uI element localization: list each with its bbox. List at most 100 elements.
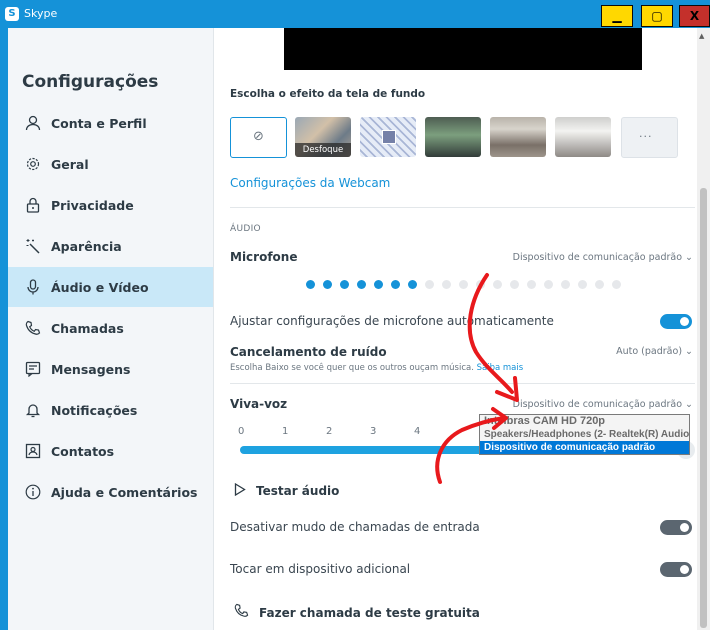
background-office-option[interactable] [425,117,481,157]
tick-label: 4 [414,426,421,437]
phone-icon [234,603,249,622]
phone-icon [22,320,44,336]
mic-level-dot [408,280,417,289]
mic-level-dot [612,280,621,289]
divider [230,207,695,208]
mic-level-dot [442,280,451,289]
free-test-call-label: Fazer chamada de teste gratuita [259,605,480,620]
tick-label: 1 [282,426,289,437]
sidebar-item-label: Ajuda e Comentários [51,484,198,500]
dropdown-option-default[interactable]: Dispositivo de comunicação padrão [480,441,689,454]
sidebar-item-contacts[interactable]: Contatos [8,431,213,471]
sidebar-item-label: Notificações [51,402,138,418]
background-more-button[interactable]: ··· [621,117,678,158]
sidebar-item-calls[interactable]: Chamadas [8,308,213,348]
learn-more-link[interactable]: Saiba mais [477,363,524,373]
background-none-option[interactable]: ⊘ [230,117,287,158]
ring-additional-toggle[interactable] [660,562,692,577]
settings-title: Configurações [22,72,159,92]
speaker-device-select[interactable]: Dispositivo de comunicação padrão ⌄ [513,399,693,410]
maximize-button[interactable]: ▢ [641,5,673,27]
background-brick-option[interactable] [490,117,546,157]
background-pattern-option[interactable] [360,117,416,157]
window-title: Skype [24,7,58,20]
audio-video-settings: Escolha o efeito da tela de fundo ⊘ Desf… [214,28,697,630]
noise-hint-text: Escolha Baixo se você quer que os outros… [230,363,474,373]
sidebar-item-notifications[interactable]: Notificações [8,390,213,430]
sidebar-item-messages[interactable]: Mensagens [8,349,213,389]
speaker-label: Viva-voz [230,397,288,411]
microphone-label: Microfone [230,250,298,264]
mic-level-dot [323,280,332,289]
sidebar-item-label: Conta e Perfil [51,115,147,131]
webcam-preview [284,28,642,70]
mute-incoming-label: Desativar mudo de chamadas de entrada [230,520,480,534]
test-audio-label: Testar áudio [256,484,340,498]
bell-icon [22,402,44,418]
mic-level-dot [459,280,468,289]
mic-level-dot [527,280,536,289]
window-border [0,28,8,630]
scrollbar[interactable]: ▲ [697,28,710,630]
mute-incoming-toggle[interactable] [660,520,692,535]
scroll-thumb[interactable] [700,188,707,628]
speaker-device-dropdown[interactable]: Intelbras CAM HD 720p Speakers/Headphone… [479,414,690,455]
mic-level-dot [306,280,315,289]
sidebar-item-help[interactable]: Ajuda e Comentários [8,472,213,512]
background-blur-option[interactable]: Desfoque [295,117,351,157]
auto-adjust-label: Ajustar configurações de microfone autom… [230,314,554,328]
sidebar-item-label: Privacidade [51,197,134,213]
test-audio-button[interactable]: Testar áudio [234,482,340,499]
mic-level-dot [493,280,502,289]
webcam-settings-link[interactable]: Configurações da Webcam [230,176,390,190]
auto-adjust-toggle[interactable] [660,314,692,329]
dropdown-option-webcam[interactable]: Intelbras CAM HD 720p [480,415,689,428]
scroll-up-icon[interactable]: ▲ [699,32,704,40]
sidebar-item-label: Aparência [51,238,122,254]
sidebar-item-label: Mensagens [51,361,131,377]
mic-level-dot [510,280,519,289]
gear-icon [22,156,44,172]
audio-section-title: ÁUDIO [230,224,261,234]
pattern-motif-icon [382,130,396,144]
sidebar-item-label: Geral [51,156,89,172]
tick-label: 2 [326,426,333,437]
noise-cancel-label: Cancelamento de ruído [230,345,387,359]
sidebar-item-label: Áudio e Vídeo [51,279,149,295]
tick-label: 0 [238,426,245,437]
contact-card-icon [22,443,44,459]
more-icon: ··· [639,130,653,143]
ring-additional-label: Tocar em dispositivo adicional [230,562,411,576]
free-test-call-button[interactable]: Fazer chamada de teste gratuita [234,603,480,622]
sidebar-item-appearance[interactable]: Aparência [8,226,213,266]
sidebar-item-privacy[interactable]: Privacidade [8,185,213,225]
microphone-device-select[interactable]: Dispositivo de comunicação padrão ⌄ [513,252,693,263]
title-bar: S Skype ▁ ▢ X [0,0,710,28]
info-icon [22,484,44,500]
close-button[interactable]: X [679,5,710,27]
mic-level-dot [391,280,400,289]
mic-level-dot [544,280,553,289]
noise-cancel-select[interactable]: Auto (padrão) ⌄ [616,346,693,357]
tick-label: 3 [370,426,377,437]
background-effect-label: Escolha o efeito da tela de fundo [230,88,426,100]
sidebar-item-audio-video[interactable]: Áudio e Vídeo [8,267,213,307]
minimize-button[interactable]: ▁ [601,5,633,27]
play-icon [234,482,246,499]
none-icon: ⊘ [253,129,264,144]
message-icon [22,361,44,377]
magic-wand-icon [22,238,44,254]
mic-level-dot [340,280,349,289]
blur-caption: Desfoque [295,143,351,157]
background-window-option[interactable] [555,117,611,157]
microphone-level-meter [306,280,621,289]
noise-cancel-hint: Escolha Baixo se você quer que os outros… [230,363,523,373]
dropdown-option-speakers[interactable]: Speakers/Headphones (2- Realtek(R) Audio… [480,428,689,441]
settings-sidebar: Configurações Conta e Perfil Geral Priva… [8,28,214,630]
mic-level-dot [561,280,570,289]
sidebar-item-general[interactable]: Geral [8,144,213,184]
sidebar-item-account[interactable]: Conta e Perfil [8,103,213,143]
mic-level-dot [476,280,485,289]
microphone-icon [22,279,44,295]
divider [230,383,695,384]
